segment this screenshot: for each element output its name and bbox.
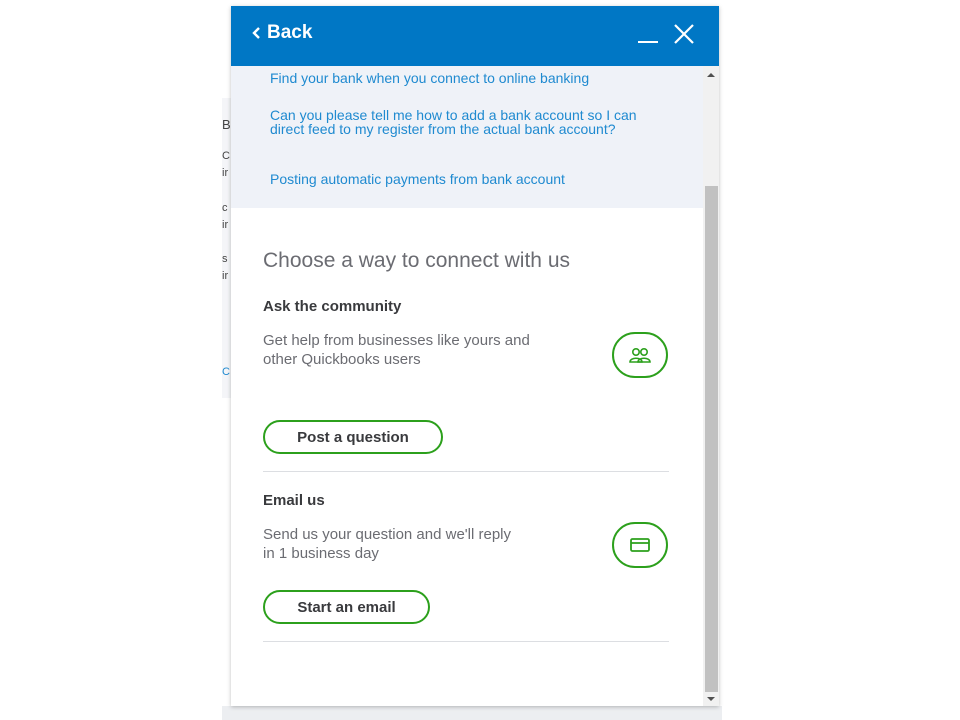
background-text: s xyxy=(222,253,228,265)
close-button[interactable] xyxy=(672,22,696,51)
chevron-left-icon xyxy=(252,27,260,39)
related-link[interactable]: Find your bank when you connect to onlin… xyxy=(270,71,680,85)
community-icon-badge xyxy=(612,332,668,378)
background-link: C xyxy=(222,366,230,378)
close-icon xyxy=(674,24,694,44)
minimize-button[interactable] xyxy=(636,22,660,51)
envelope-icon xyxy=(630,538,650,552)
email-description: Send us your question and we'll reply in… xyxy=(263,526,512,562)
background-text: ir xyxy=(222,167,229,179)
background-footer xyxy=(222,706,722,720)
background-text: B xyxy=(222,117,231,132)
background-text: C xyxy=(222,150,230,162)
triangle-down-icon xyxy=(707,697,715,701)
minimize-icon xyxy=(638,41,658,43)
triangle-up-icon xyxy=(707,73,715,77)
email-icon-badge xyxy=(612,522,668,568)
scrollbar-thumb[interactable] xyxy=(705,186,718,692)
background-text: ir xyxy=(222,270,229,282)
post-question-button[interactable]: Post a question xyxy=(263,420,443,454)
background-text: c xyxy=(222,202,228,214)
back-label: Back xyxy=(267,22,313,43)
related-link[interactable]: Can you please tell me how to add a bank… xyxy=(270,108,670,136)
community-title: Ask the community xyxy=(263,298,402,315)
related-link[interactable]: Posting automatic payments from bank acc… xyxy=(270,172,680,186)
help-panel: Back Find your bank when you connect to … xyxy=(231,6,719,706)
divider xyxy=(263,641,669,642)
community-description: Get help from businesses like yours and … xyxy=(263,332,530,368)
scroll-down-arrow[interactable] xyxy=(703,692,719,706)
divider xyxy=(263,471,669,472)
email-title: Email us xyxy=(263,492,325,509)
community-icon xyxy=(629,347,651,363)
background-text: ir xyxy=(222,219,229,231)
scroll-up-arrow[interactable] xyxy=(703,68,719,82)
back-button[interactable]: Back xyxy=(251,22,312,44)
related-links-section: Find your bank when you connect to onlin… xyxy=(231,66,703,208)
panel-header: Back xyxy=(231,6,719,66)
scrollbar[interactable] xyxy=(703,66,719,706)
panel-content: Find your bank when you connect to onlin… xyxy=(231,66,703,706)
start-email-button[interactable]: Start an email xyxy=(263,590,430,624)
connect-title: Choose a way to connect with us xyxy=(263,249,571,272)
